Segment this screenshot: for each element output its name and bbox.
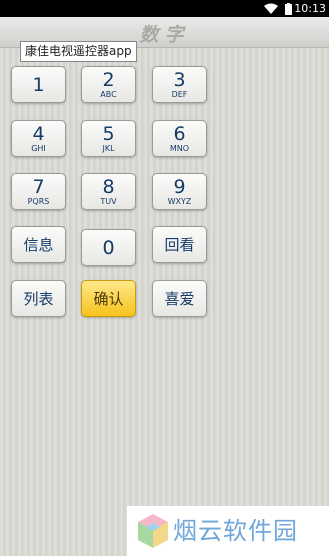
wifi-icon (264, 3, 278, 14)
key-letters: WXYZ (167, 197, 192, 206)
key-letters: PQRS (27, 197, 50, 206)
key-6[interactable]: 6 MNO (152, 120, 207, 157)
key-digit: 8 (102, 176, 115, 198)
key-label: 信息 (23, 236, 54, 254)
key-letters: DEF (171, 90, 188, 99)
key-digit: 4 (32, 123, 45, 145)
key-7[interactable]: 7 PQRS (11, 173, 66, 210)
key-label: 回看 (164, 236, 195, 254)
status-time: 10:13 (294, 2, 326, 15)
key-letters: JKL (102, 144, 115, 153)
status-bar: 10:13 (0, 0, 329, 17)
list-button[interactable]: 列表 (11, 280, 66, 317)
key-digit: 9 (173, 176, 186, 198)
app-tooltip: 康佳电视遥控器app (20, 41, 137, 62)
key-1[interactable]: 1 (11, 66, 66, 103)
cube-logo-icon (138, 514, 168, 548)
key-label: 列表 (23, 290, 54, 308)
playback-button[interactable]: 回看 (152, 226, 207, 263)
key-4[interactable]: 4 GHI (11, 120, 66, 157)
key-letters: TUV (100, 197, 117, 206)
key-3[interactable]: 3 DEF (152, 66, 207, 103)
info-button[interactable]: 信息 (11, 226, 66, 263)
confirm-button[interactable]: 确认 (81, 280, 136, 317)
key-letters: GHI (31, 144, 46, 153)
key-digit: 6 (173, 123, 186, 145)
battery-icon (285, 3, 292, 15)
key-5[interactable]: 5 JKL (81, 120, 136, 157)
watermark: 烟云软件园 (127, 506, 329, 556)
key-digit: 2 (102, 69, 115, 91)
key-label: 喜爱 (164, 290, 195, 308)
key-2[interactable]: 2 ABC (81, 66, 136, 103)
key-letters: ABC (100, 90, 117, 99)
favorite-button[interactable]: 喜爱 (152, 280, 207, 317)
key-letters: MNO (169, 144, 190, 153)
key-digit: 1 (32, 74, 45, 96)
key-digit: 0 (102, 237, 115, 259)
key-digit: 3 (173, 69, 186, 91)
key-0[interactable]: 0 (81, 229, 136, 266)
key-label: 确认 (93, 290, 124, 308)
watermark-text: 烟云软件园 (173, 517, 298, 545)
key-8[interactable]: 8 TUV (81, 173, 136, 210)
key-9[interactable]: 9 WXYZ (152, 173, 207, 210)
key-digit: 7 (32, 176, 45, 198)
key-digit: 5 (102, 123, 115, 145)
